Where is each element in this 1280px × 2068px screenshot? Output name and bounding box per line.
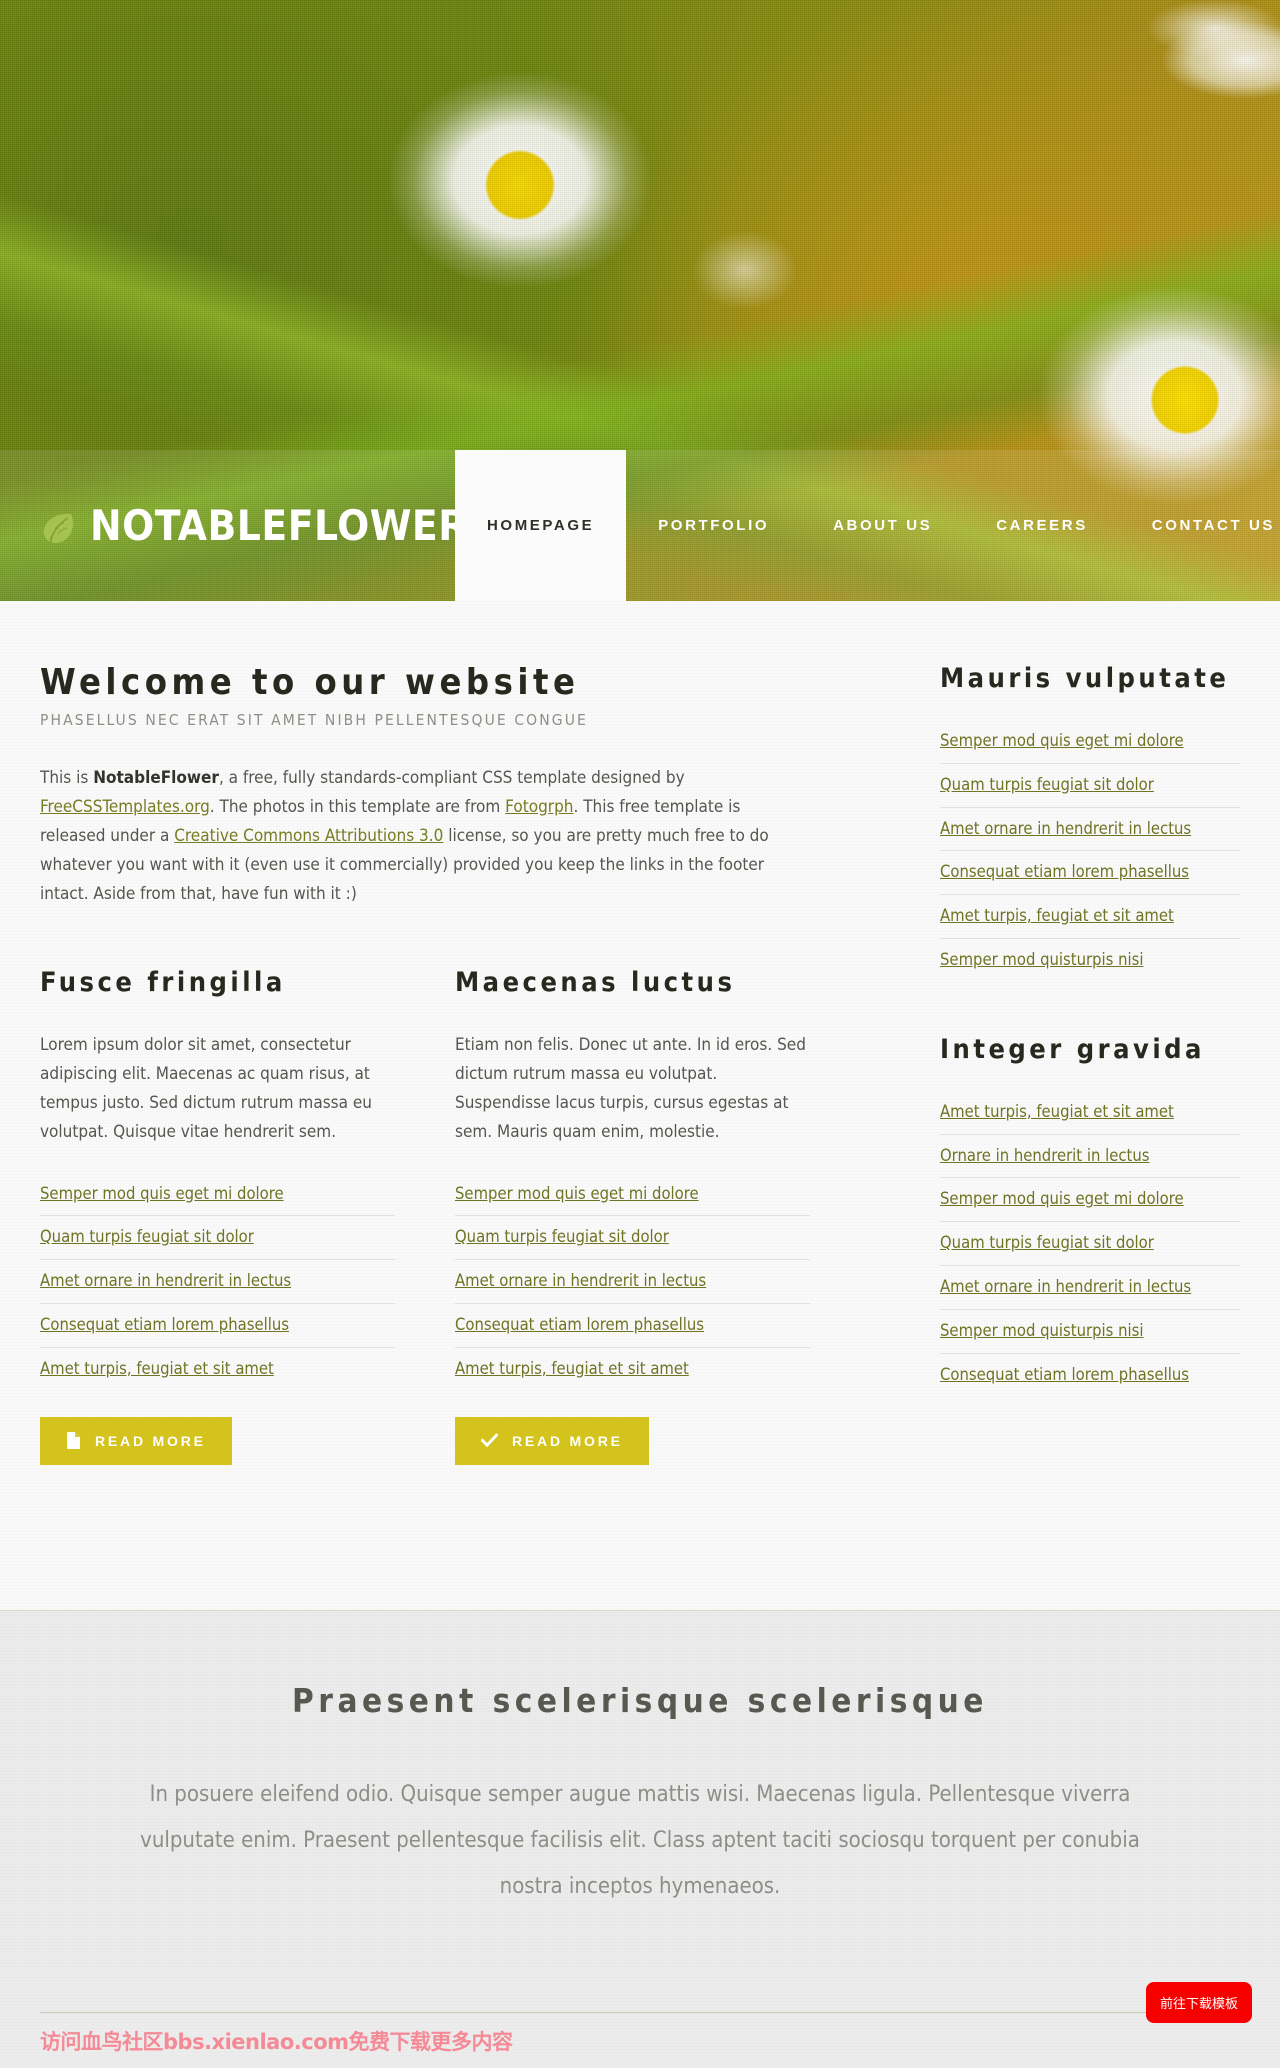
page-title: Welcome to our website: [40, 662, 580, 703]
sidebar-title: Mauris vulputate: [940, 663, 1230, 694]
list-item: Amet turpis, feugiat et sit amet: [940, 1091, 1240, 1135]
list-item: Semper mod quis eget mi dolore: [455, 1173, 810, 1217]
download-template-button[interactable]: 前往下载模板: [1145, 1982, 1252, 2023]
link-list: Semper mod quis eget mi dolore Quam turp…: [40, 1173, 395, 1391]
read-more-label: Read More: [95, 1432, 206, 1449]
list-item: Quam turpis feugiat sit dolor: [940, 764, 1240, 808]
read-more-button[interactable]: Read More: [40, 1416, 232, 1465]
check-icon: [481, 1433, 498, 1448]
link-creative-commons[interactable]: Creative Commons Attributions 3.0: [174, 826, 443, 846]
intro-paragraph: This is NotableFlower, a free, fully sta…: [40, 764, 810, 909]
intro-text-2: , a free, fully standards-compliant CSS …: [218, 767, 685, 788]
list-item: Consequat etiam lorem phasellus: [455, 1304, 810, 1348]
sidebar: Mauris vulputate Semper mod quis eget mi…: [885, 601, 1240, 1465]
list-item: Amet turpis, feugiat et sit amet: [455, 1348, 810, 1391]
list-item: Semper mod quisturpis nisi: [940, 1310, 1240, 1354]
nav-item-about-us[interactable]: About Us: [801, 450, 964, 601]
link-list: Semper mod quis eget mi dolore Quam turp…: [455, 1173, 810, 1391]
list-link[interactable]: Consequat etiam lorem phasellus: [940, 851, 1240, 894]
list-link[interactable]: Amet turpis, feugiat et sit amet: [940, 1091, 1240, 1134]
main-navigation: Homepage Portfolio About Us Careers Cont…: [455, 450, 1280, 601]
brand-name: NotableFlower: [93, 767, 219, 788]
list-item: Ornare in hendrerit in lectus: [940, 1135, 1240, 1179]
nav-item-careers[interactable]: Careers: [964, 450, 1120, 601]
primary-column: Welcome to our website Phasellus nec era…: [40, 601, 885, 1465]
list-item: Semper mod quis eget mi dolore: [940, 720, 1240, 764]
list-item: Amet ornare in hendrerit in lectus: [40, 1260, 395, 1304]
list-item: Amet turpis, feugiat et sit amet: [940, 895, 1240, 939]
list-link[interactable]: Consequat etiam lorem phasellus: [940, 1354, 1240, 1397]
list-link[interactable]: Amet ornare in hendrerit in lectus: [940, 1266, 1240, 1309]
intro-text-3: . The photos in this template are from: [209, 796, 506, 817]
list-item: Consequat etiam lorem phasellus: [940, 851, 1240, 896]
sidebar-link-list: Amet turpis, feugiat et sit amet Ornare …: [940, 1091, 1240, 1397]
sidebar-block-integer-gravida: Integer gravida Amet turpis, feugiat et …: [940, 1034, 1240, 1397]
section-body: Etiam non felis. Donec ut ante. In id er…: [455, 1034, 806, 1142]
nav-item-homepage[interactable]: Homepage: [455, 450, 627, 601]
list-link[interactable]: Amet turpis, feugiat et sit amet: [40, 1348, 395, 1391]
link-freecsstemplates[interactable]: FreeCSSTemplates.org: [40, 797, 210, 817]
list-link[interactable]: Semper mod quis eget mi dolore: [40, 1173, 395, 1216]
logo-text: NotableFlower: [90, 500, 468, 550]
list-link[interactable]: Amet turpis, feugiat et sit amet: [455, 1348, 810, 1391]
list-item: Quam turpis feugiat sit dolor: [455, 1216, 810, 1261]
list-item: Semper mod quisturpis nisi: [940, 939, 1240, 982]
list-item: Quam turpis feugiat sit dolor: [940, 1222, 1240, 1266]
list-link[interactable]: Quam turpis feugiat sit dolor: [40, 1216, 395, 1259]
intro-text-1: This is: [40, 767, 94, 788]
hero-banner: NotableFlower Homepage Portfolio About U…: [0, 0, 1280, 601]
list-item: Amet ornare in hendrerit in lectus: [455, 1260, 810, 1304]
sidebar-title: Integer gravida: [940, 1033, 1205, 1065]
list-link[interactable]: Amet ornare in hendrerit in lectus: [40, 1260, 395, 1303]
list-item: Semper mod quis eget mi dolore: [940, 1178, 1240, 1223]
list-link[interactable]: Quam turpis feugiat sit dolor: [940, 764, 1240, 807]
sidebar-block-mauris-vulputate: Mauris vulputate Semper mod quis eget mi…: [940, 663, 1240, 982]
list-link[interactable]: Quam turpis feugiat sit dolor: [940, 1222, 1240, 1265]
list-link[interactable]: Semper mod quisturpis nisi: [940, 1310, 1240, 1353]
footer-divider: [40, 2012, 1240, 2013]
section-body: Lorem ipsum dolor sit amet, consectetur …: [40, 1034, 372, 1142]
list-link[interactable]: Amet turpis, feugiat et sit amet: [940, 895, 1240, 938]
section-title: Maecenas luctus: [455, 966, 736, 998]
content-column-maecenas-luctus: Maecenas luctus Etiam non felis. Donec u…: [455, 967, 810, 1465]
document-icon: [66, 1432, 81, 1450]
list-item: Consequat etiam lorem phasellus: [940, 1354, 1240, 1397]
link-fotogrph[interactable]: Fotogrph: [505, 797, 573, 817]
list-link[interactable]: Consequat etiam lorem phasellus: [40, 1304, 395, 1347]
list-item: Amet ornare in hendrerit in lectus: [940, 1266, 1240, 1310]
list-link[interactable]: Semper mod quis eget mi dolore: [940, 720, 1240, 763]
page-subtitle: Phasellus nec erat sit amet nibh pellent…: [40, 710, 588, 729]
list-link[interactable]: Semper mod quis eget mi dolore: [940, 1178, 1240, 1221]
feature-body: In posuere eleifend odio. Quisque semper…: [140, 1782, 1140, 1899]
read-more-button[interactable]: Read More: [455, 1416, 649, 1465]
site-logo[interactable]: NotableFlower: [0, 450, 468, 601]
list-link[interactable]: Amet ornare in hendrerit in lectus: [455, 1260, 810, 1303]
site-footer: 访问血鸟社区bbs.xienlao.com免费下载更多内容 前往下载模板: [0, 1970, 1280, 2068]
list-link[interactable]: Quam turpis feugiat sit dolor: [455, 1216, 810, 1259]
list-item: Amet turpis, feugiat et sit amet: [40, 1348, 395, 1391]
watermark-text: 访问血鸟社区bbs.xienlao.com免费下载更多内容: [40, 2030, 513, 2054]
list-link[interactable]: Consequat etiam lorem phasellus: [455, 1304, 810, 1347]
content-column-fusce-fringilla: Fusce fringilla Lorem ipsum dolor sit am…: [40, 967, 395, 1465]
main-content: Welcome to our website Phasellus nec era…: [0, 601, 1280, 1610]
read-more-label: Read More: [512, 1432, 623, 1449]
nav-item-contact-us[interactable]: Contact Us: [1120, 450, 1280, 601]
list-item: Semper mod quis eget mi dolore: [40, 1173, 395, 1217]
list-item: Quam turpis feugiat sit dolor: [40, 1216, 395, 1261]
sidebar-link-list: Semper mod quis eget mi dolore Quam turp…: [940, 720, 1240, 982]
list-item: Amet ornare in hendrerit in lectus: [940, 808, 1240, 852]
feature-strip: Praesent scelerisque scelerisque In posu…: [0, 1610, 1280, 1970]
list-link[interactable]: Semper mod quisturpis nisi: [940, 939, 1240, 982]
section-title: Fusce fringilla: [40, 966, 286, 998]
site-header: NotableFlower Homepage Portfolio About U…: [0, 450, 1280, 601]
list-link[interactable]: Ornare in hendrerit in lectus: [940, 1135, 1240, 1178]
list-item: Consequat etiam lorem phasellus: [40, 1304, 395, 1348]
feature-title: Praesent scelerisque scelerisque: [292, 1681, 988, 1720]
list-link[interactable]: Amet ornare in hendrerit in lectus: [940, 808, 1240, 851]
nav-item-portfolio[interactable]: Portfolio: [626, 450, 801, 601]
list-link[interactable]: Semper mod quis eget mi dolore: [455, 1173, 810, 1216]
leaf-icon: [43, 513, 73, 543]
